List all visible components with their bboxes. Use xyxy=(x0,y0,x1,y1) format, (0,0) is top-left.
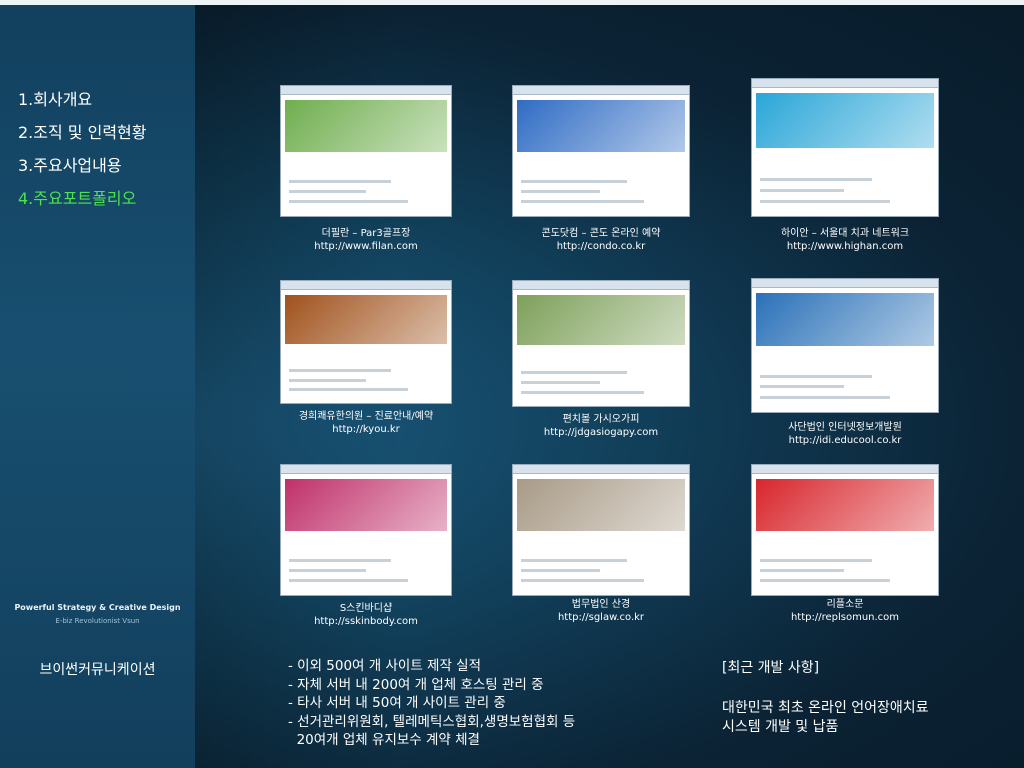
menu-item-company-overview[interactable]: 1.회사개요 xyxy=(18,83,146,116)
sidebar-menu: 1.회사개요 2.조직 및 인력현황 3.주요사업내용 4.주요포트폴리오 xyxy=(18,83,146,215)
recent-development: [최근 개발 사항] 대한민국 최초 온라인 언어장애치료 시스템 개발 및 납… xyxy=(722,657,929,737)
portfolio-link[interactable]: http://jdgasiogapy.com xyxy=(544,427,658,438)
portfolio-item: 편치볼 가시오가피 http://jdgasiogapy.com xyxy=(501,280,701,439)
note-line: - 자체 서버 내 200여 개 업체 호스팅 관리 중 xyxy=(288,676,544,693)
slogan-line-2: E-biz Revolutionist Vsun xyxy=(55,617,140,625)
achievement-notes: - 이외 500여 개 사이트 제작 실적 - 자체 서버 내 200여 개 업… xyxy=(288,657,575,750)
note-line: - 선거관리위원회, 텔레메틱스협회,생명보험협회 등 xyxy=(288,713,576,730)
portfolio-item: 사단법인 인터넷정보개발원 http://idi.educool.co.kr xyxy=(745,278,945,447)
sidebar: 1.회사개요 2.조직 및 인력현황 3.주요사업내용 4.주요포트폴리오 Po… xyxy=(0,5,195,768)
portfolio-title: 더필란 – Par3골프장 xyxy=(321,228,411,239)
portfolio-link[interactable]: http://www.highan.com xyxy=(787,241,903,252)
portfolio-item: 하이안 – 서울대 치과 네트워크 http://www.highan.com xyxy=(745,78,945,253)
note-line: - 이외 500여 개 사이트 제작 실적 xyxy=(288,658,482,674)
portfolio-title: 리플소문 xyxy=(826,599,864,610)
portfolio-link[interactable]: http://idi.educool.co.kr xyxy=(789,435,902,446)
portfolio-screenshot[interactable] xyxy=(751,278,939,413)
portfolio-link[interactable]: http://replsomun.com xyxy=(791,612,899,623)
portfolio-screenshot[interactable] xyxy=(280,85,452,217)
portfolio-screenshot[interactable] xyxy=(280,280,452,404)
portfolio-title: 하이안 – 서울대 치과 네트워크 xyxy=(780,228,910,239)
recent-line: 시스템 개발 및 납품 xyxy=(722,719,839,735)
portfolio-link[interactable]: http://condo.co.kr xyxy=(557,241,646,252)
portfolio-link[interactable]: http://www.filan.com xyxy=(314,241,418,252)
portfolio-screenshot[interactable] xyxy=(751,78,939,217)
portfolio-title: 법무법인 산경 xyxy=(571,599,631,610)
portfolio-link[interactable]: http://kyou.kr xyxy=(332,424,400,435)
slogan-line-1: Powerful Strategy & Creative Design xyxy=(14,603,181,612)
portfolio-item: 법무법인 산경 http://sglaw.co.kr xyxy=(501,464,701,624)
portfolio-title: 콘도닷컴 – 콘도 온라인 예약 xyxy=(541,228,661,239)
recent-line: 대한민국 최초 온라인 언어장애치료 xyxy=(722,700,929,716)
portfolio-link[interactable]: http://sglaw.co.kr xyxy=(558,612,644,623)
portfolio-title: 편치볼 가시오가피 xyxy=(562,414,640,425)
portfolio-screenshot[interactable] xyxy=(751,464,939,596)
note-line: - 타사 서버 내 50여 개 사이트 관리 중 xyxy=(288,695,506,712)
portfolio-title: 사단법인 인터넷정보개발원 xyxy=(788,422,902,433)
portfolio-screenshot[interactable] xyxy=(512,464,690,596)
portfolio-item: S스킨바디샵 http://sskinbody.com xyxy=(266,464,466,628)
portfolio-title: 경희쾌유한의원 – 진료안내/예약 xyxy=(298,411,434,422)
portfolio-screenshot[interactable] xyxy=(512,280,690,407)
portfolio-item: 경희쾌유한의원 – 진료안내/예약 http://kyou.kr xyxy=(266,280,466,436)
menu-item-portfolio[interactable]: 4.주요포트폴리오 xyxy=(18,182,146,215)
portfolio-screenshot[interactable] xyxy=(280,464,452,596)
portfolio-title: S스킨바디샵 xyxy=(339,603,393,614)
note-line: 20여개 업체 유지보수 계약 체결 xyxy=(288,732,480,749)
company-name: 브이썬커뮤니케이션 xyxy=(39,662,156,678)
menu-item-organization[interactable]: 2.조직 및 인력현황 xyxy=(18,116,146,149)
portfolio-link[interactable]: http://sskinbody.com xyxy=(314,616,418,627)
recent-heading: [최근 개발 사항] xyxy=(722,660,820,676)
portfolio-item: 더필란 – Par3골프장 http://www.filan.com xyxy=(266,85,466,253)
portfolio-screenshot[interactable] xyxy=(512,85,690,217)
portfolio-item: 리플소문 http://replsomun.com xyxy=(745,464,945,624)
slogan: Powerful Strategy & Creative Design E-bi… xyxy=(0,603,195,625)
menu-item-business[interactable]: 3.주요사업내용 xyxy=(18,149,146,182)
portfolio-item: 콘도닷컴 – 콘도 온라인 예약 http://condo.co.kr xyxy=(501,85,701,253)
portfolio-area: 더필란 – Par3골프장 http://www.filan.com 콘도닷컴 … xyxy=(195,5,1024,768)
